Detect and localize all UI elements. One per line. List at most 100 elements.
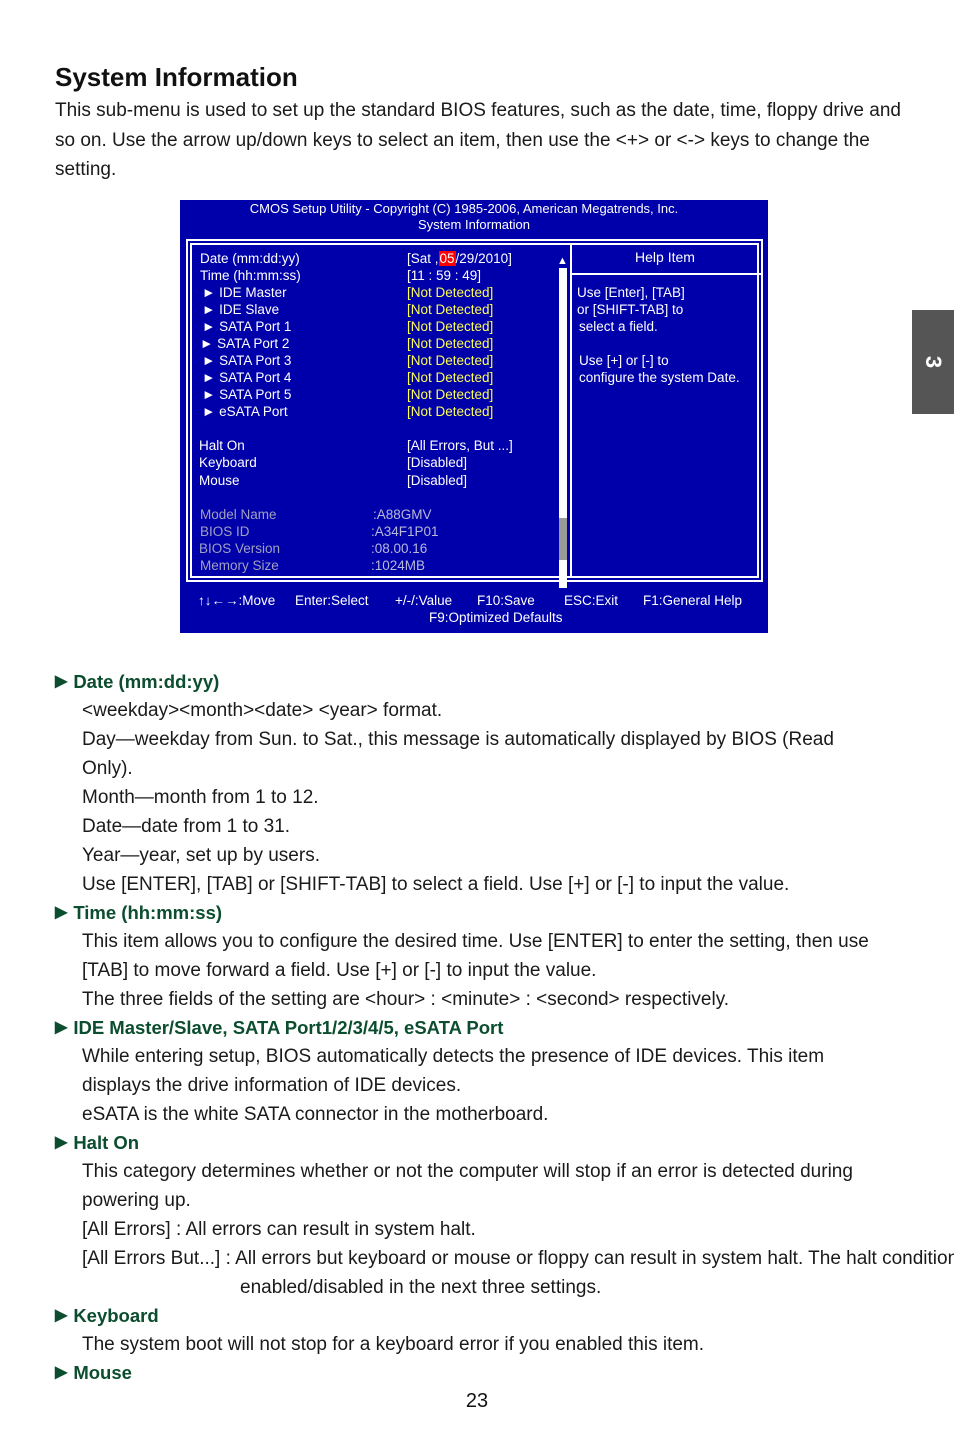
section-heading-time: ▶ Time (hh:mm:ss) [55, 899, 905, 927]
bios-row-info: BIOS ID :A34F1P01 [200, 523, 550, 540]
bios-info-value: :1024MB [371, 558, 426, 573]
section-heading-text: Halt On [73, 1132, 140, 1153]
bios-screenshot: CMOS Setup Utility - Copyright (C) 1985-… [180, 200, 768, 633]
bios-info-label: BIOS Version [199, 541, 281, 556]
bios-row-keyboard[interactable]: Keyboard [Disabled] [199, 454, 550, 471]
bios-info-label: Memory Size [200, 558, 279, 573]
bios-row-device[interactable]: ► SATA Port 4 [Not Detected] [200, 369, 550, 386]
key-hint-exit: ESC:Exit [564, 593, 619, 608]
bios-value: [Not Detected] [407, 404, 494, 419]
date-weekday: [Sat , [407, 251, 439, 266]
bios-value[interactable]: [Disabled] [407, 454, 467, 471]
help-line: select a field. [579, 319, 658, 334]
paragraph: Year—year, set up by users. [82, 845, 320, 866]
descriptions: ▶ Date (mm:dd:yy) <weekday><month><date>… [55, 668, 954, 1387]
bios-row-halt-on[interactable]: Halt On [All Errors, But ...] [199, 437, 550, 454]
key-hint-select: Enter:Select [295, 593, 369, 608]
section-heading-text: IDE Master/Slave, SATA Port1/2/3/4/5, eS… [73, 1017, 504, 1038]
key-hint-move: ↑↓←→:Move [198, 593, 276, 608]
bios-row-device[interactable]: ► SATA Port 3 [Not Detected] [200, 352, 550, 369]
bios-label: ► IDE Slave [202, 302, 280, 317]
bios-header-copyright: CMOS Setup Utility - Copyright (C) 1985-… [249, 201, 679, 216]
bios-value[interactable]: [All Errors, But ...] [407, 437, 513, 454]
section-heading-text: Mouse [73, 1362, 132, 1383]
section-heading-ide: ▶ IDE Master/Slave, SATA Port1/2/3/4/5, … [55, 1014, 905, 1042]
paragraph: eSATA is the white SATA connector in the… [82, 1104, 549, 1125]
triangle-arrow-icon: ▶ [55, 1364, 68, 1381]
triangle-arrow-icon: ▶ [55, 904, 68, 921]
bios-label: Date (mm:dd:yy) [200, 251, 300, 266]
paragraph: Date—date from 1 to 31. [82, 816, 291, 837]
bios-info-label: BIOS ID [200, 524, 250, 539]
bios-panel-divider [570, 243, 572, 578]
bios-info-value: :08.00.16 [371, 541, 428, 556]
date-month-selected[interactable]: 05 [438, 251, 456, 266]
help-line: Use [+] or [-] to [579, 353, 669, 368]
bios-label: Keyboard [199, 455, 257, 470]
help-line: Use [Enter], [TAB] [577, 285, 685, 300]
page-title: System Information [55, 62, 298, 92]
section-heading-date: ▶ Date (mm:dd:yy) [55, 668, 905, 696]
key-hint-defaults: F9:Optimized Defaults [429, 610, 563, 625]
bios-value-date[interactable]: [Sat ,05/29/2010] [407, 250, 512, 267]
section-heading-mouse: ▶ Mouse [55, 1359, 905, 1387]
paragraph: The system boot will not stop for a keyb… [82, 1334, 705, 1355]
bios-value: [Not Detected] [407, 370, 494, 385]
triangle-arrow-icon: ▶ [55, 673, 68, 690]
bios-label: ► eSATA Port [202, 404, 288, 419]
paragraph: The three fields of the setting are <hou… [82, 989, 730, 1010]
bios-row-device[interactable]: ► IDE Slave [Not Detected] [200, 301, 550, 318]
help-line: or [SHIFT-TAB] to [577, 302, 684, 317]
bios-value: [Not Detected] [407, 336, 494, 351]
section-heading-halt-on: ▶ Halt On [55, 1129, 905, 1157]
triangle-arrow-icon: ▶ [55, 1019, 68, 1036]
bios-row-time[interactable]: Time (hh:mm:ss) [11 : 59 : 49] [200, 267, 550, 284]
bios-label: ► SATA Port 4 [202, 370, 292, 385]
bios-value: [Not Detected] [407, 285, 494, 300]
scroll-down-arrow-icon[interactable]: ▼ [557, 560, 568, 572]
bios-label: ► SATA Port 1 [202, 319, 292, 334]
bios-row-date[interactable]: Date (mm:dd:yy) [Sat ,05/29/2010] [200, 250, 550, 267]
section-heading-text: Time (hh:mm:ss) [73, 902, 223, 923]
page-number: 23 [465, 1390, 489, 1412]
bios-row-info: Model Name :A88GMV [200, 506, 550, 523]
paragraph: <weekday><month><date> <year> format. [82, 700, 443, 721]
bios-value[interactable]: [11 : 59 : 49] [407, 267, 481, 284]
bios-row-device[interactable]: ► SATA Port 2 [Not Detected] [200, 335, 550, 352]
bios-value: [Not Detected] [407, 302, 494, 317]
bios-row-mouse[interactable]: Mouse [Disabled] [199, 472, 550, 489]
bios-info-label: Model Name [200, 507, 277, 522]
bios-label: Mouse [199, 473, 240, 488]
bios-label: ► IDE Master [202, 285, 287, 300]
triangle-arrow-icon: ▶ [55, 1134, 68, 1151]
intro-paragraph: This sub-menu is used to set up the stan… [55, 100, 901, 180]
bios-value: [Not Detected] [407, 353, 494, 368]
help-panel-title: Help Item [635, 249, 695, 265]
paragraph: Day—weekday from Sun. to Sat., this mess… [82, 729, 834, 779]
paragraph: Use [ENTER], [TAB] or [SHIFT-TAB] to sel… [82, 874, 790, 895]
help-line: configure the system Date. [579, 370, 740, 385]
help-panel-rule [572, 273, 761, 275]
bios-header-title: System Information [418, 217, 530, 232]
paragraph: This category determines whether or not … [82, 1161, 853, 1211]
bios-row-device[interactable]: ► IDE Master [Not Detected] [200, 284, 550, 301]
bios-row-device[interactable]: ► eSATA Port [Not Detected] [200, 403, 550, 420]
bios-row-info: BIOS Version :08.00.16 [199, 540, 550, 557]
bios-value: [Not Detected] [407, 319, 494, 334]
help-panel-text: Use [Enter], [TAB] or [SHIFT-TAB] to sel… [577, 284, 757, 386]
paragraph: While entering setup, BIOS automatically… [82, 1046, 825, 1096]
key-hint-save: F10:Save [477, 593, 535, 608]
chapter-number: 3 [921, 355, 946, 369]
bios-scrollbar-thumb[interactable] [559, 517, 567, 560]
scroll-up-arrow-icon[interactable]: ▲ [557, 255, 568, 267]
paragraph: Month—month from 1 to 12. [82, 787, 319, 808]
bios-label: ► SATA Port 3 [202, 353, 292, 368]
bios-row-info: Memory Size :1024MB [200, 557, 550, 574]
bios-value[interactable]: [Disabled] [407, 472, 467, 489]
section-heading-keyboard: ▶ Keyboard [55, 1302, 905, 1330]
paragraph: This item allows you to configure the de… [82, 931, 869, 981]
bios-row-device[interactable]: ► SATA Port 5 [Not Detected] [200, 386, 550, 403]
bios-row-device[interactable]: ► SATA Port 1 [Not Detected] [200, 318, 550, 335]
triangle-arrow-icon: ▶ [55, 1307, 68, 1324]
bios-label: ► SATA Port 2 [200, 336, 290, 351]
